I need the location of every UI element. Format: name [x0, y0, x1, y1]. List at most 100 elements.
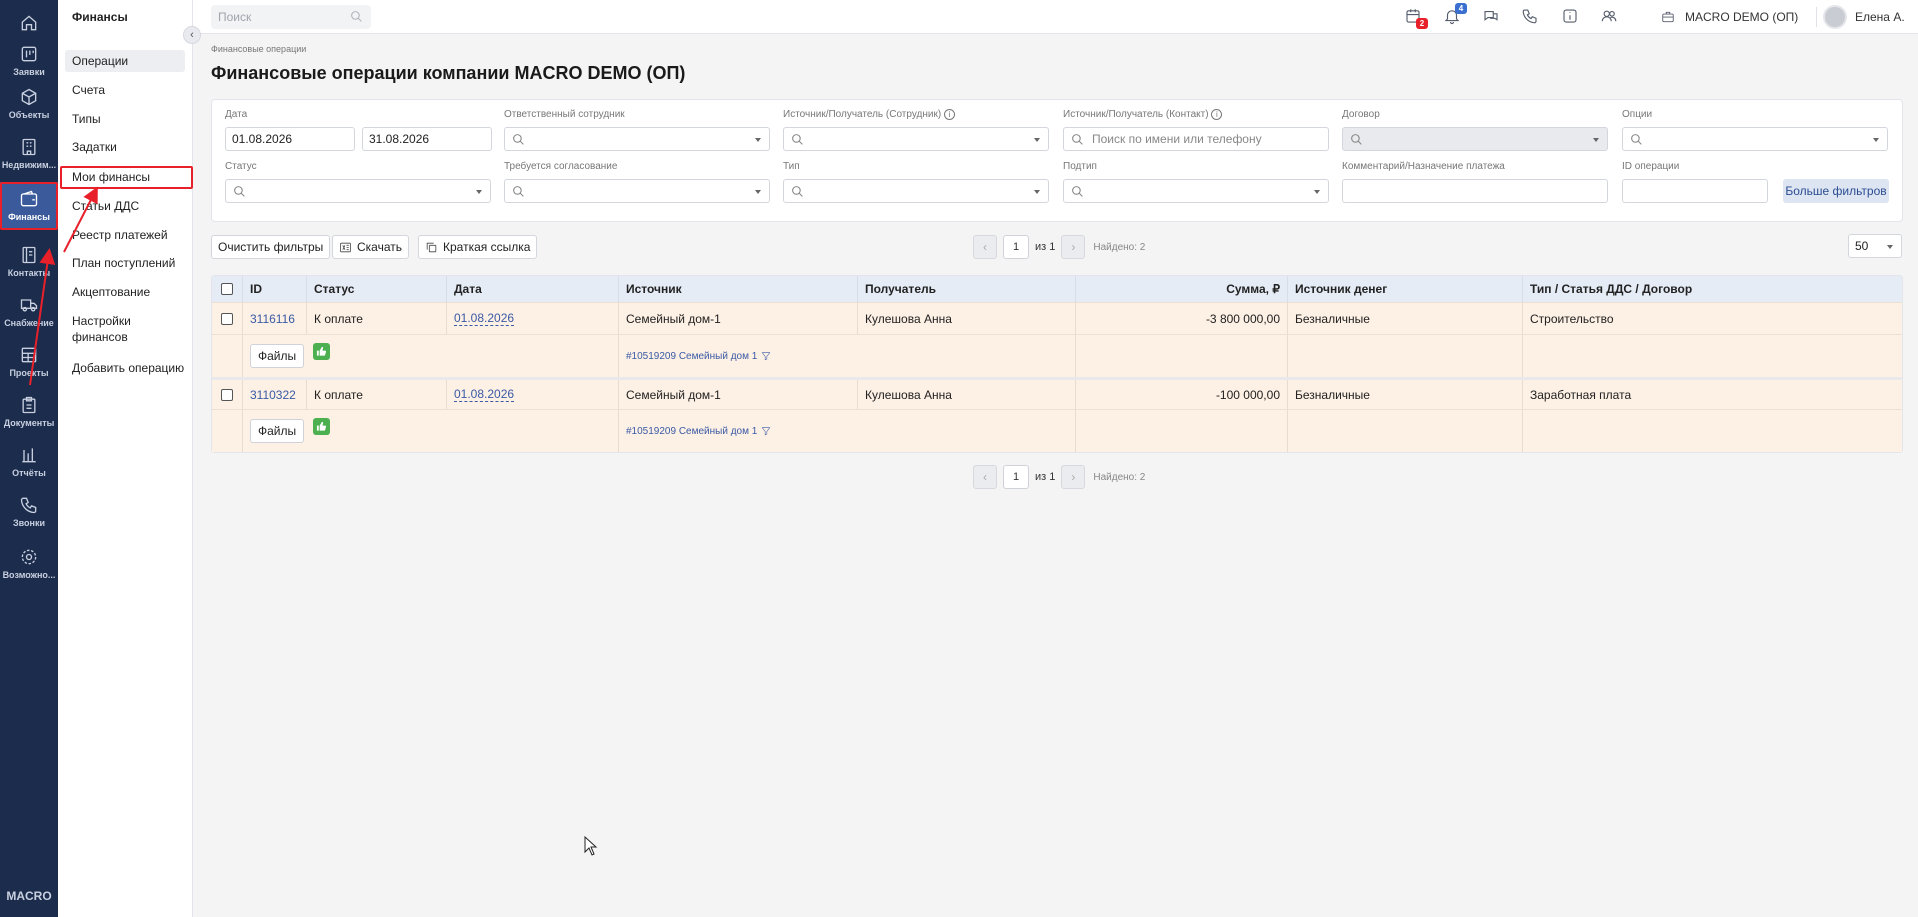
- files-cell: Файлы: [242, 410, 306, 452]
- global-search-input[interactable]: Поиск: [211, 5, 371, 29]
- rail-item-calls[interactable]: Звонки: [0, 488, 58, 534]
- op-id-label: ID операции: [1622, 161, 1680, 172]
- op-id-input[interactable]: [1622, 179, 1768, 203]
- files-button[interactable]: Файлы: [250, 419, 305, 443]
- sidebar-item-income-plan[interactable]: План поступлений: [65, 252, 185, 274]
- download-button[interactable]: Скачать: [332, 235, 409, 259]
- col-source[interactable]: Источник: [618, 276, 857, 302]
- rail-item-objects[interactable]: Объекты: [0, 80, 58, 126]
- phone-icon: [1522, 9, 1537, 24]
- rail-item-supply[interactable]: Снабжение: [0, 288, 58, 334]
- rail-item-realty[interactable]: Недвижим...: [0, 130, 58, 176]
- phone-icon: [20, 497, 37, 513]
- mouse-cursor-icon: [584, 836, 598, 856]
- col-recipient[interactable]: Получатель: [857, 276, 1075, 302]
- clear-filters-button[interactable]: Очистить фильтры: [211, 235, 331, 259]
- approved-thumb-icon[interactable]: [313, 342, 330, 360]
- status-select[interactable]: [225, 179, 491, 203]
- rail-item-projects[interactable]: Проекты: [0, 338, 58, 384]
- per-page-select[interactable]: 50: [1848, 234, 1902, 258]
- sidebar-item-accounts[interactable]: Счета: [65, 79, 185, 101]
- chevron-down-icon: [1593, 138, 1599, 142]
- sidebar-item-operations[interactable]: Операции: [65, 50, 185, 72]
- comment-input[interactable]: [1342, 179, 1608, 203]
- type-select[interactable]: [783, 179, 1049, 203]
- date-to-value: 31.08.2026: [369, 132, 430, 146]
- comment-label: Комментарий/Назначение платежа: [1342, 161, 1505, 172]
- breadcrumb[interactable]: Финансовые операции: [211, 44, 306, 54]
- date-from-input[interactable]: 01.08.2026: [225, 127, 355, 151]
- row-checkbox[interactable]: [221, 312, 233, 325]
- info-icon[interactable]: i: [1211, 109, 1223, 120]
- prev-page-button[interactable]: ‹: [973, 465, 997, 489]
- subtype-select[interactable]: [1063, 179, 1329, 203]
- chat-button[interactable]: [1482, 7, 1502, 27]
- rail-item-reports[interactable]: Отчёты: [0, 438, 58, 484]
- sidebar-item-deposits[interactable]: Задатки: [65, 136, 185, 158]
- table-row-details: Файлы #10519209 Семейный дом 1: [212, 409, 1902, 452]
- rail-item-documents[interactable]: Документы: [0, 388, 58, 434]
- src-employee-select[interactable]: [783, 127, 1049, 151]
- divider: [1816, 7, 1817, 27]
- approval-cell: [306, 335, 618, 377]
- next-page-button[interactable]: ›: [1061, 465, 1086, 489]
- info-icon[interactable]: i: [943, 109, 955, 120]
- files-button[interactable]: Файлы: [250, 344, 305, 368]
- next-page-button[interactable]: ›: [1061, 235, 1086, 259]
- options-select[interactable]: [1622, 127, 1888, 151]
- responsible-select[interactable]: [504, 127, 770, 151]
- approval-select[interactable]: [504, 179, 770, 203]
- chevron-down-icon: [1034, 190, 1040, 194]
- select-all-checkbox[interactable]: [221, 283, 233, 295]
- user-menu[interactable]: Елена А.: [1823, 0, 1905, 34]
- sidebar-item-cashflow-items[interactable]: Статьи ДДС: [65, 195, 185, 217]
- search-icon: [513, 186, 524, 197]
- sidebar-item-add-operation[interactable]: Добавить операцию: [65, 357, 185, 379]
- rail-item-requests[interactable]: Заявки: [0, 37, 58, 83]
- table-row[interactable]: 3116116 К оплате 01.08.2026 Семейный дом…: [212, 302, 1902, 334]
- row-select-cell: [212, 380, 242, 409]
- page-input[interactable]: 1: [1003, 465, 1029, 489]
- calendar-button[interactable]: 2: [1404, 7, 1428, 29]
- col-status[interactable]: Статус: [306, 276, 446, 302]
- sidebar-item-payment-registry[interactable]: Реестр платежей: [65, 224, 185, 246]
- sidebar-item-acceptance[interactable]: Акцептование: [65, 281, 185, 303]
- rail-item-finance[interactable]: Финансы: [0, 182, 58, 228]
- approved-thumb-icon[interactable]: [313, 417, 330, 435]
- info-button[interactable]: [1561, 7, 1581, 27]
- collapse-sidebar-button[interactable]: ‹: [183, 26, 201, 44]
- team-button[interactable]: [1600, 7, 1620, 27]
- col-money-source[interactable]: Источник денег: [1287, 276, 1522, 302]
- operation-date-link[interactable]: 01.08.2026: [454, 387, 515, 402]
- row-date-cell: 01.08.2026: [446, 303, 618, 334]
- search-icon: [792, 186, 803, 197]
- page-input[interactable]: 1: [1003, 235, 1029, 259]
- short-link-button[interactable]: Краткая ссылка: [418, 235, 538, 259]
- sidebar-item-my-finances[interactable]: Мои финансы: [65, 166, 185, 188]
- table-row[interactable]: 3110322 К оплате 01.08.2026 Семейный дом…: [212, 377, 1902, 409]
- notifications-button[interactable]: 4: [1443, 3, 1467, 27]
- row-checkbox[interactable]: [221, 388, 233, 401]
- row-recipient: Кулешова Анна: [857, 380, 1075, 409]
- operation-id-link[interactable]: 3110322: [250, 388, 296, 402]
- contract-link[interactable]: #10519209 Семейный дом 1: [626, 426, 771, 437]
- col-date[interactable]: Дата: [446, 276, 618, 302]
- col-sum[interactable]: Сумма, ₽: [1075, 276, 1287, 302]
- operation-date-link[interactable]: 01.08.2026: [454, 311, 515, 326]
- operation-id-link[interactable]: 3116116: [250, 312, 295, 326]
- calls-button[interactable]: [1521, 7, 1541, 27]
- prev-page-button[interactable]: ‹: [973, 235, 997, 259]
- date-to-input[interactable]: 31.08.2026: [362, 127, 492, 151]
- filter-icon: [762, 352, 771, 361]
- col-id[interactable]: ID: [242, 276, 306, 302]
- sidebar-item-types[interactable]: Типы: [65, 108, 185, 130]
- contract-link[interactable]: #10519209 Семейный дом 1: [626, 351, 771, 362]
- rail-item-features[interactable]: Возможно...: [0, 540, 58, 586]
- more-filters-button[interactable]: Больше фильтров: [1783, 179, 1889, 203]
- responsible-label: Ответственный сотрудник: [504, 109, 625, 120]
- col-type[interactable]: Тип / Статья ДДС / Договор: [1522, 276, 1902, 302]
- company-switcher[interactable]: MACRO DEMO (ОП): [1661, 0, 1798, 34]
- sidebar-item-finance-settings[interactable]: Настройки финансов: [65, 311, 157, 347]
- rail-item-contacts[interactable]: Контакты: [0, 238, 58, 284]
- src-contact-input[interactable]: Поиск по имени или телефону: [1063, 127, 1329, 151]
